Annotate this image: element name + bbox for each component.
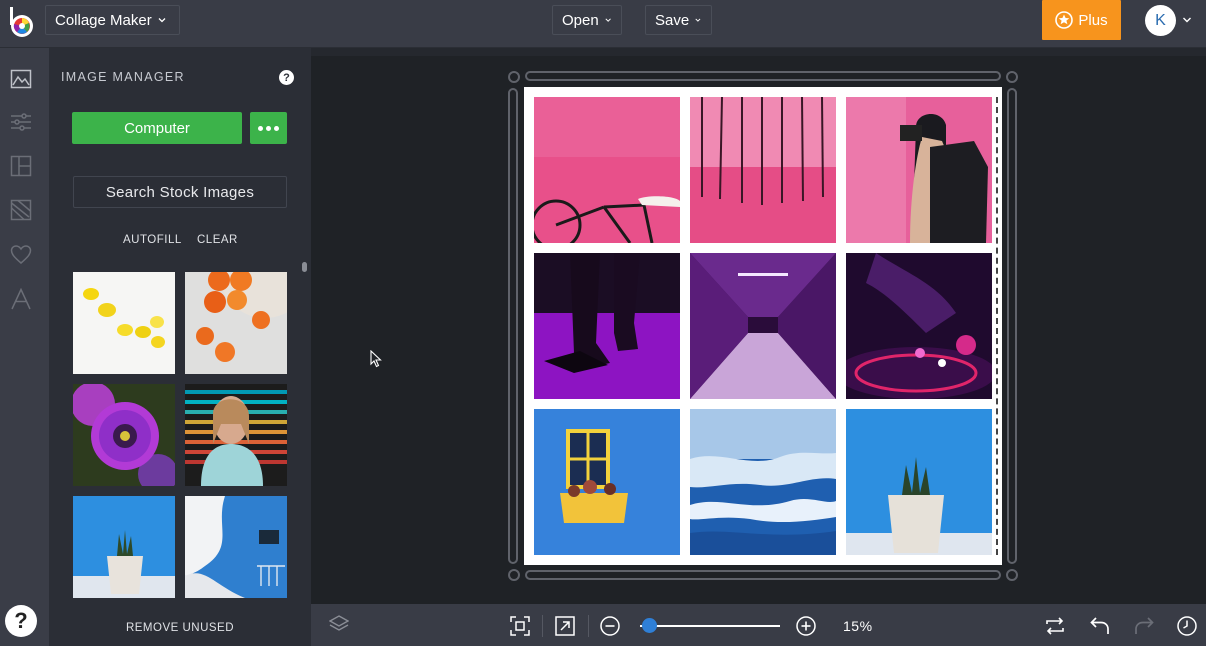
computer-upload-button[interactable]: Computer [72, 112, 242, 144]
thumbnail-blue-wall[interactable] [185, 496, 287, 598]
collage-cell-dj-turntable[interactable] [846, 253, 992, 399]
user-avatar[interactable]: K [1145, 5, 1176, 36]
resize-handle-left[interactable] [508, 88, 518, 564]
zoom-out-icon[interactable] [600, 616, 620, 636]
resize-corner-bottom-left[interactable] [508, 569, 520, 581]
autofill-button[interactable]: AUTOFILL [123, 234, 182, 246]
help-button[interactable]: ? [5, 605, 37, 637]
plus-label: Plus [1078, 11, 1108, 29]
sliders-icon[interactable] [10, 111, 32, 133]
top-bar: Collage Maker Open Save Plus K [0, 0, 1206, 48]
zoom-level-label: 15% [843, 618, 873, 634]
toolbar-divider [588, 615, 589, 637]
mouse-cursor-icon [370, 350, 382, 368]
open-label: Open [562, 11, 599, 29]
actual-size-icon[interactable] [555, 616, 575, 636]
thumbnail-lemons[interactable] [73, 272, 175, 374]
collage-cell-clouds[interactable] [690, 409, 836, 555]
chevron-down-icon[interactable] [1182, 16, 1192, 24]
collage-cell-pink-fence[interactable] [690, 97, 836, 243]
app-selector-dropdown[interactable]: Collage Maker [45, 5, 180, 35]
resize-handle-bottom[interactable] [525, 570, 1001, 580]
fit-to-screen-icon[interactable] [510, 616, 530, 636]
collage-cell-purple-feet[interactable] [534, 253, 680, 399]
plus-upgrade-button[interactable]: Plus [1042, 0, 1121, 40]
search-stock-images-button[interactable]: Search Stock Images [73, 176, 287, 208]
remove-unused-button[interactable]: REMOVE UNUSED [49, 622, 311, 634]
resize-corner-bottom-right[interactable] [1006, 569, 1018, 581]
panel-help-icon[interactable]: ? [279, 70, 294, 85]
chevron-down-icon [605, 18, 611, 22]
redo-icon[interactable] [1134, 616, 1154, 636]
collage-cell-yellow-window[interactable] [534, 409, 680, 555]
texture-icon[interactable] [10, 199, 32, 221]
thumbnail-woman-striped-light[interactable] [185, 384, 287, 486]
swap-icon[interactable] [1045, 616, 1065, 636]
befunky-logo-icon[interactable] [8, 6, 36, 40]
heart-icon[interactable] [10, 244, 32, 266]
resize-corner-top-left[interactable] [508, 71, 520, 83]
zoom-slider-knob[interactable] [642, 618, 657, 633]
layout-icon[interactable] [10, 155, 32, 177]
layers-icon[interactable] [329, 614, 349, 634]
column-guide-line [996, 97, 998, 555]
collage-cell-cactus-blue[interactable] [846, 409, 992, 555]
panel-title: IMAGE MANAGER [61, 70, 185, 84]
collage-cell-pink-bicycle[interactable] [534, 97, 680, 243]
open-button[interactable]: Open [552, 5, 622, 35]
star-icon [1055, 11, 1074, 29]
toolbar-divider [542, 615, 543, 637]
chevron-down-icon [695, 18, 701, 22]
thumbnail-cactus-pot[interactable] [73, 496, 175, 598]
history-clock-icon[interactable] [1177, 616, 1197, 636]
collage-cell-photographer-pink[interactable] [846, 97, 992, 243]
resize-handle-top[interactable] [525, 71, 1001, 81]
app-root: Collage Maker Open Save Plus K ? IMAGE M… [0, 0, 1206, 646]
save-button[interactable]: Save [645, 5, 712, 35]
zoom-in-icon[interactable] [796, 616, 816, 636]
panel-scrollbar[interactable] [302, 262, 307, 272]
resize-corner-top-right[interactable] [1006, 71, 1018, 83]
chevron-down-icon [158, 18, 166, 23]
zoom-slider-track[interactable] [640, 625, 780, 627]
clear-button[interactable]: CLEAR [197, 234, 238, 246]
undo-icon[interactable] [1090, 616, 1110, 636]
resize-handle-right[interactable] [1007, 88, 1017, 564]
save-label: Save [655, 11, 690, 29]
collage-cell-purple-tunnel[interactable] [690, 253, 836, 399]
tool-rail: ? [0, 48, 49, 646]
app-name: Collage Maker [55, 11, 152, 29]
image-icon[interactable] [10, 68, 32, 90]
text-icon[interactable] [10, 288, 32, 310]
thumbnail-oranges[interactable] [185, 272, 287, 374]
thumbnail-purple-flower[interactable] [73, 384, 175, 486]
image-manager-panel: IMAGE MANAGER ? Computer Search Stock Im… [49, 48, 311, 646]
canvas-top-strip [311, 48, 1206, 56]
more-options-button[interactable] [250, 112, 287, 144]
